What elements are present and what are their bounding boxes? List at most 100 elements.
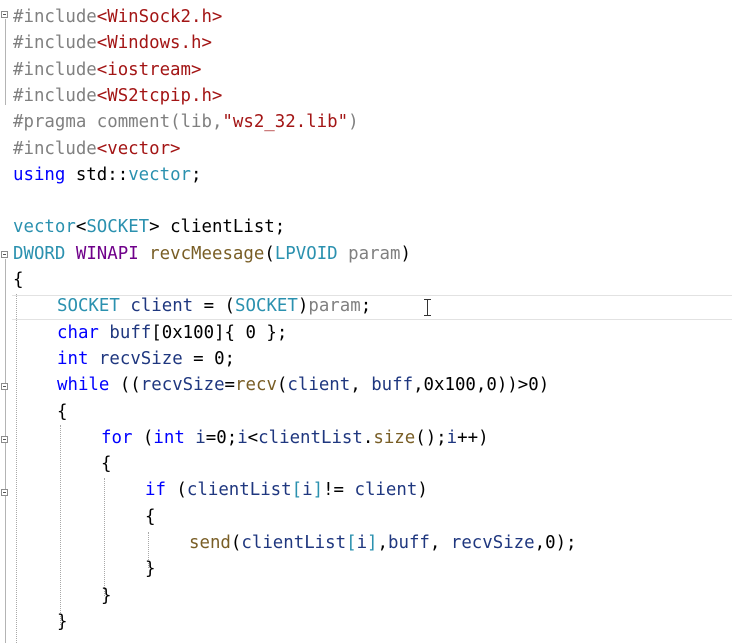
code-line[interactable]: #include<vector> [13, 136, 181, 162]
code-token: <vector> [96, 138, 181, 159]
code-token: > clientList; [149, 217, 286, 238]
code-token: = ( [193, 296, 236, 317]
code-line[interactable]: #include<Windows.h> [13, 30, 212, 56]
code-line[interactable]: using std::vector; [13, 162, 202, 188]
code-token: ( [264, 243, 275, 264]
code-token: using [13, 164, 66, 185]
code-token: SOCKET [235, 296, 298, 317]
code-token: } [145, 559, 156, 580]
code-token: (lib, [170, 112, 223, 133]
outline-bar [5, 259, 6, 643]
indent-guide [60, 425, 61, 625]
code-token: param [348, 243, 401, 264]
code-line[interactable]: for (int i=0;i<clientList.size();i++) [101, 425, 489, 451]
code-token: ) [348, 112, 359, 133]
collapse-function-icon[interactable] [1, 251, 8, 258]
code-token: std:: [65, 164, 129, 185]
code-token: LPVOID [274, 243, 338, 264]
code-token: i [356, 533, 368, 553]
code-line[interactable]: { [57, 399, 67, 425]
code-token: ; [360, 296, 372, 317]
code-line[interactable]: } [101, 583, 111, 609]
code-token: int [153, 427, 185, 448]
code-line[interactable]: #include<WinSock2.h> [13, 4, 222, 30]
collapse-while-icon[interactable] [1, 383, 8, 390]
code-token: i [302, 480, 313, 501]
code-token: client [354, 480, 418, 501]
code-token: i [195, 427, 206, 448]
code-line[interactable]: while ((recvSize=recv(client, buff,0x100… [57, 372, 549, 398]
code-line[interactable]: if (clientList[i]!= client) [145, 477, 428, 503]
code-token: (); [415, 427, 447, 448]
code-token: ( [276, 375, 288, 396]
collapse-for-icon[interactable] [1, 436, 8, 443]
code-line[interactable]: send(clientList[i],buff, recvSize,0); [189, 530, 577, 556]
code-line[interactable]: #pragma comment(lib,"ws2_32.lib") [13, 109, 359, 135]
code-line[interactable]: } [57, 609, 67, 635]
code-line[interactable]: int recvSize = 0; [57, 346, 235, 372]
code-token: = [224, 375, 236, 396]
code-token: #include [13, 85, 97, 106]
code-line[interactable]: DWORD WINAPI revcMeesage(LPVOID param) [13, 241, 411, 267]
code-line[interactable]: { [145, 504, 155, 530]
code-token: if [145, 480, 166, 501]
code-token: clientList [241, 533, 347, 553]
code-token: { [145, 506, 156, 527]
code-line[interactable]: { [13, 267, 23, 293]
code-token: clientList [258, 427, 363, 448]
code-token: ] [367, 533, 378, 553]
code-token: <iostream> [96, 59, 202, 80]
code-token: for [101, 427, 133, 448]
code-token: ; [191, 164, 202, 185]
code-token: WINAPI [75, 243, 139, 264]
code-token: = 0; [182, 348, 236, 369]
code-line[interactable]: #include<WS2tcpip.h> [13, 83, 222, 109]
indent-guide [16, 294, 17, 643]
code-token: [0x100]{ 0 }; [151, 322, 288, 343]
code-token: ( [230, 533, 242, 553]
code-line[interactable]: char buff[0x100]{ 0 }; [57, 320, 287, 346]
code-line[interactable]: { [101, 451, 111, 477]
text-cursor-icon [424, 299, 432, 317]
code-token: buff [371, 375, 414, 396]
code-token: != [323, 480, 355, 501]
code-token: DWORD [13, 243, 66, 264]
code-token: vector [13, 217, 76, 238]
collapse-if-icon[interactable] [1, 489, 8, 496]
code-token: , [350, 375, 372, 396]
code-token: recvSize [450, 533, 535, 553]
code-token: . [362, 427, 374, 448]
code-token: revcMeesage [149, 243, 265, 264]
code-token: [ [346, 533, 357, 553]
code-token: SOCKET [57, 296, 120, 317]
code-token: clientList [186, 480, 292, 501]
code-token: (( [109, 375, 141, 396]
collapse-includes-icon[interactable] [1, 11, 8, 18]
code-line[interactable]: } [145, 556, 155, 582]
code-editor[interactable]: #include<WinSock2.h> #include<Windows.h> #… [0, 0, 732, 643]
code-token: < [75, 217, 87, 238]
code-token: recvSize [98, 348, 183, 369]
code-line[interactable]: SOCKET client = (SOCKET)param; [57, 293, 371, 319]
code-token: ( [165, 480, 187, 501]
code-token: , [377, 533, 389, 553]
code-token: <Windows.h> [96, 33, 212, 54]
code-token: recvSize [140, 375, 225, 396]
code-token: #pragma comment [13, 112, 171, 133]
code-token: , [429, 533, 451, 553]
code-token: ) [297, 296, 309, 317]
code-token: [ [291, 480, 303, 501]
code-token: i [237, 427, 248, 448]
code-token: vector [128, 164, 192, 185]
code-line[interactable]: vector<SOCKET> clientList; [13, 214, 285, 240]
outline-bar [5, 19, 6, 105]
code-token: #include [13, 59, 97, 80]
code-token: ,0x100,0))>0) [413, 375, 550, 396]
code-token: #include [13, 33, 97, 54]
code-line[interactable]: #include<iostream> [13, 57, 201, 83]
code-token: =0; [205, 427, 238, 448]
